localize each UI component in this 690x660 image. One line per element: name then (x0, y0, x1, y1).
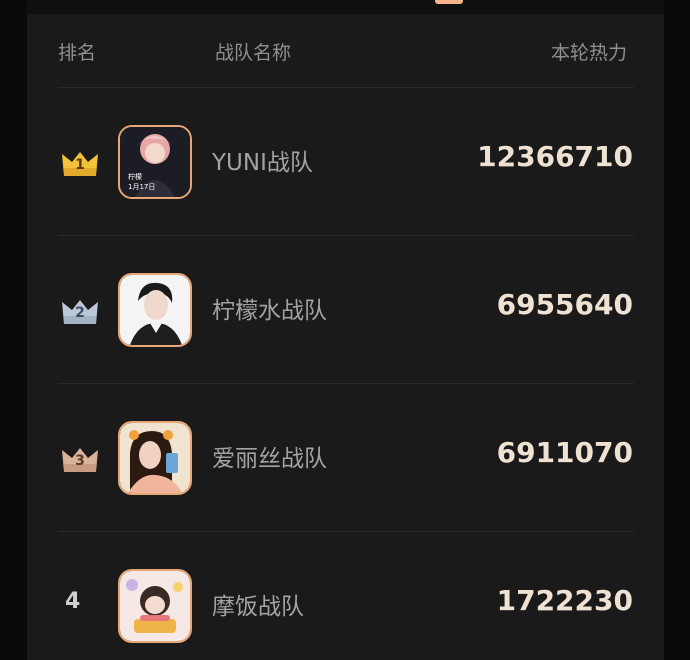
avatar[interactable] (118, 569, 192, 643)
team-name: 柠檬水战队 (212, 298, 327, 324)
rank-badge: 2 (60, 298, 100, 324)
rank-badge: 1 (60, 150, 100, 176)
rank-number: 1 (75, 157, 85, 173)
rank-badge: 3 (60, 446, 100, 472)
heat-value: 6911070 (496, 436, 633, 469)
team-name-column-header: 战队名称 (215, 42, 292, 64)
leaderboard-row[interactable]: 4 摩饭战队 1722230 (27, 532, 664, 660)
team-avatar-image (120, 571, 190, 641)
rank-number: 4 (65, 589, 81, 614)
team-avatar-image: 柠檬 1月17日 (120, 127, 190, 197)
top-tab-strip (27, 0, 664, 14)
team-name: YUNI战队 (212, 150, 313, 176)
team-name: 摩饭战队 (212, 594, 304, 620)
leaderboard-panel: 排名 战队名称 本轮热力 1 柠檬 1月17日 YUNI战队 12366710 … (27, 0, 664, 660)
leaderboard-row[interactable]: 2 柠檬水战队 6955640 (27, 236, 664, 384)
active-tab-indicator[interactable] (435, 0, 463, 4)
rank-number: 2 (75, 305, 85, 321)
heat-value: 1722230 (496, 584, 633, 617)
svg-text:柠檬: 柠檬 (128, 172, 142, 181)
leaderboard-header: 排名 战队名称 本轮热力 (27, 30, 664, 74)
team-avatar-image (120, 275, 190, 345)
team-name: 爱丽丝战队 (212, 446, 327, 472)
rank-column-header: 排名 (58, 42, 97, 64)
avatar[interactable] (118, 273, 192, 347)
svg-text:1月17日: 1月17日 (128, 183, 155, 191)
rank-number: 3 (75, 453, 85, 469)
avatar[interactable] (118, 421, 192, 495)
team-avatar-image (120, 423, 190, 493)
heat-value: 6955640 (496, 288, 633, 321)
avatar[interactable]: 柠檬 1月17日 (118, 125, 192, 199)
heat-value: 12366710 (477, 140, 633, 173)
heat-column-header: 本轮热力 (550, 42, 627, 64)
leaderboard-row[interactable]: 3 爱丽丝战队 6911070 (27, 384, 664, 532)
leaderboard-row[interactable]: 1 柠檬 1月17日 YUNI战队 12366710 (27, 88, 664, 236)
